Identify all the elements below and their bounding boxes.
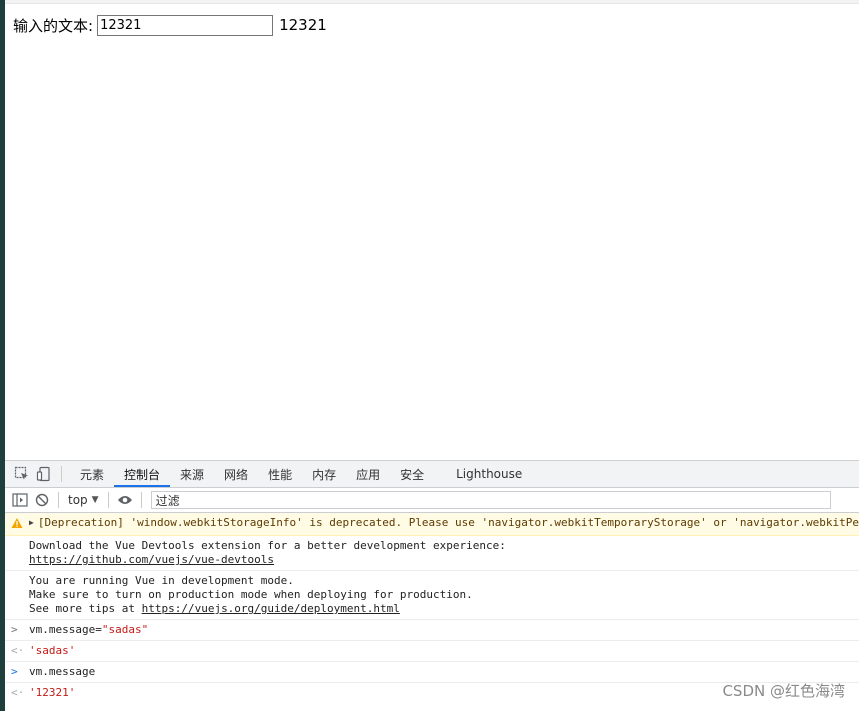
output-arrow-icon: <·: [11, 686, 25, 699]
filter-placeholder: 过滤: [155, 493, 180, 508]
inspect-element-icon[interactable]: [11, 463, 33, 485]
log-line-prefix: See more tips at: [29, 602, 142, 615]
command-text: vm.message: [29, 665, 96, 678]
output-value: '12321': [29, 686, 76, 699]
watermark: CSDN @红色海湾: [722, 682, 845, 700]
input-prompt-icon: >: [11, 665, 18, 678]
console-warning: ▶ [Deprecation] 'window.webkitStorageInfo…: [5, 513, 859, 536]
console-filter-input[interactable]: 过滤: [150, 491, 831, 509]
command-string: "sadas": [101, 623, 149, 636]
show-sidebar-icon[interactable]: [9, 489, 31, 511]
context-selector[interactable]: top ▼: [64, 493, 103, 507]
devtools-panel: 元素 控制台 来源 网络 性能 内存 应用 安全 Lighthouse top …: [5, 460, 859, 712]
log-line: Make sure to turn on production mode whe…: [29, 588, 473, 601]
command-text: vm.message=: [29, 623, 102, 636]
tab-sources[interactable]: 来源: [170, 463, 214, 487]
devtools-tabbar: 元素 控制台 来源 网络 性能 内存 应用 安全 Lighthouse: [5, 461, 859, 488]
console-log-devtools: Download the Vue Devtools extension for …: [5, 536, 859, 571]
tab-elements[interactable]: 元素: [70, 463, 114, 487]
output-arrow-icon: <·: [11, 644, 25, 657]
console-messages: ▶ [Deprecation] 'window.webkitStorageInfo…: [5, 513, 859, 703]
chevron-down-icon: ▼: [91, 495, 99, 505]
console-toolbar: top ▼ 过滤: [5, 488, 859, 513]
warning-icon: [11, 518, 23, 528]
console-output-row: <· 'sadas': [5, 641, 859, 662]
console-input-row[interactable]: > vm.message="sadas": [5, 620, 859, 641]
tab-console[interactable]: 控制台: [114, 463, 171, 487]
input-label: 输入的文本:: [13, 16, 94, 35]
output-value: 'sadas': [29, 644, 76, 657]
bound-text-output: 12321: [279, 16, 327, 34]
context-value: top: [68, 493, 88, 507]
deployment-link[interactable]: https://vuejs.org/guide/deployment.html: [142, 602, 400, 615]
text-input[interactable]: [97, 14, 274, 36]
devtools-link[interactable]: https://github.com/vuejs/vue-devtools: [29, 553, 274, 566]
tab-network[interactable]: 网络: [214, 463, 258, 487]
tab-lighthouse[interactable]: Lighthouse: [446, 463, 532, 487]
tab-memory[interactable]: 内存: [302, 463, 346, 487]
input-prompt-icon: >: [11, 623, 18, 636]
tab-performance[interactable]: 性能: [258, 463, 302, 487]
log-line: You are running Vue in development mode.: [29, 574, 294, 587]
live-expression-eye-icon[interactable]: [114, 489, 136, 511]
tab-security[interactable]: 安全: [390, 463, 434, 487]
tab-separator: [61, 466, 62, 482]
toolbar-separator: [58, 492, 59, 508]
toolbar-separator: [140, 492, 142, 508]
clear-console-icon[interactable]: [31, 489, 53, 511]
expand-triangle-icon[interactable]: ▶: [29, 516, 34, 530]
log-line: Download the Vue Devtools extension for …: [29, 539, 506, 552]
input-row: 输入的文本: 12321: [13, 14, 327, 36]
toolbar-separator: [107, 492, 109, 508]
page-content: 输入的文本: 12321: [5, 4, 859, 460]
device-toolbar-icon[interactable]: [33, 463, 55, 485]
warning-text: [Deprecation] 'window.webkitStorageInfo'…: [37, 516, 859, 529]
tab-application[interactable]: 应用: [346, 463, 390, 487]
console-log-devmode: You are running Vue in development mode.…: [5, 571, 859, 620]
